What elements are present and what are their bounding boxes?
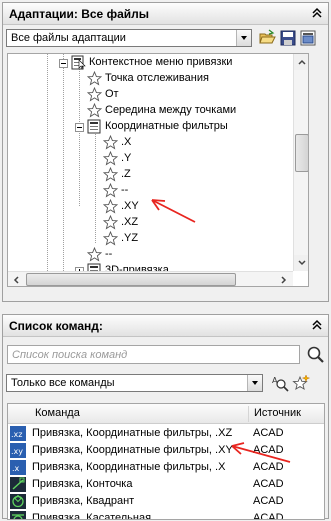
command-source: ACAD xyxy=(253,478,284,490)
annotation-arrow-icon xyxy=(151,199,196,223)
chevron-up-icon xyxy=(298,59,306,65)
scroll-thumb[interactable] xyxy=(26,273,236,286)
search-icon[interactable] xyxy=(306,345,325,364)
coordinate-filter-icon: .xz xyxy=(10,426,26,441)
tree-item-label: Середина между точками xyxy=(105,104,237,116)
chevron-down-icon xyxy=(298,260,306,266)
tree-item-label: .Z xyxy=(121,168,131,180)
tree-item-label: От xyxy=(105,88,119,100)
customizations-title: Адаптации: Все файлы xyxy=(9,7,149,21)
command-name: Привязка, Касательная xyxy=(32,512,152,520)
tree-item-label: .YZ xyxy=(121,232,139,244)
tree-item-label: -- xyxy=(121,184,129,196)
star-icon xyxy=(87,87,102,102)
customization-file-dropdown[interactable]: Все файлы адаптации xyxy=(6,29,252,47)
annotation-arrow-icon xyxy=(231,442,291,463)
chevron-right-icon[interactable] xyxy=(276,272,292,287)
tree-item-label: .XZ xyxy=(121,216,139,228)
tree-item-label: .XY xyxy=(121,200,139,212)
chevron-down-icon[interactable] xyxy=(247,375,262,391)
tangent-snap-icon xyxy=(10,511,26,519)
icon-text: .xz xyxy=(11,430,22,439)
command-name: Привязка, Конточка xyxy=(32,478,133,490)
scroll-up-button[interactable] xyxy=(294,54,308,70)
column-header-command[interactable]: Команда xyxy=(35,407,80,419)
star-icon xyxy=(103,183,118,198)
tree-horizontal-scrollbar[interactable] xyxy=(8,271,293,287)
tree-item-label: .X xyxy=(121,136,132,148)
load-partial-icon[interactable] xyxy=(299,29,317,47)
tree-item-label: -- xyxy=(105,248,113,260)
collapse-toggle[interactable] xyxy=(75,123,84,132)
table-row[interactable]: Привязка, Касательная ACAD xyxy=(8,510,324,520)
command-search-input[interactable]: Список поиска команд xyxy=(7,345,300,364)
command-source: ACAD xyxy=(253,512,284,520)
command-name: Привязка, Координатные фильтры, .X xyxy=(32,461,226,473)
star-icon xyxy=(87,103,102,118)
icon-text: .xy xyxy=(11,447,23,456)
collapse-toggle[interactable] xyxy=(59,59,68,68)
customization-tree: Контекстное меню привязки Точка отслежив… xyxy=(7,53,309,287)
icon-text: .x xyxy=(12,464,20,473)
star-icon xyxy=(87,71,102,86)
star-icon xyxy=(103,135,118,150)
tree-item-label: Точка отслеживания xyxy=(105,72,209,84)
coordinate-filter-icon: .x xyxy=(10,460,26,475)
customizations-header: Адаптации: Все файлы xyxy=(3,3,328,25)
new-command-icon[interactable] xyxy=(292,374,310,392)
chevron-left-icon[interactable] xyxy=(8,272,24,287)
coordinate-filter-icon: .xy xyxy=(10,443,26,458)
star-icon xyxy=(103,151,118,166)
star-icon xyxy=(103,231,118,246)
menu-group-icon xyxy=(87,119,101,134)
find-command-icon[interactable]: A xyxy=(271,374,289,392)
table-row[interactable]: Привязка, Конточка ACAD xyxy=(8,476,324,493)
open-file-icon[interactable] xyxy=(258,29,276,47)
star-icon xyxy=(87,247,102,262)
star-icon xyxy=(103,215,118,230)
column-header-source[interactable]: Источник xyxy=(254,407,301,419)
command-filter-dropdown[interactable]: Только все команды xyxy=(6,374,263,392)
scroll-thumb[interactable] xyxy=(295,134,308,172)
command-name: Привязка, Координатные фильтры, .XY xyxy=(32,444,233,456)
table-row[interactable]: Привязка, Квадрант ACAD xyxy=(8,493,324,510)
tree-item-label: Контекстное меню привязки xyxy=(89,56,233,68)
command-name: Привязка, Квадрант xyxy=(32,495,135,507)
chevron-down-icon[interactable] xyxy=(236,30,251,46)
scroll-down-button[interactable] xyxy=(294,255,308,271)
command-source: ACAD xyxy=(253,495,284,507)
tree-vertical-scrollbar[interactable] xyxy=(293,54,308,271)
quadrant-snap-icon xyxy=(10,494,26,509)
tree-item-label: Координатные фильтры xyxy=(105,120,228,132)
collapse-icon[interactable] xyxy=(310,6,324,20)
star-icon xyxy=(103,167,118,182)
dropdown-value: Только все команды xyxy=(11,377,115,389)
dropdown-value: Все файлы адаптации xyxy=(11,32,126,44)
table-header: Команда Источник xyxy=(8,404,324,424)
command-list-header: Список команд: xyxy=(3,315,328,337)
menu-group-icon xyxy=(71,55,86,70)
command-list-table: Команда Источник .xz Привязка, Координат… xyxy=(7,403,325,520)
endpoint-snap-icon xyxy=(10,477,26,492)
customizations-panel: Адаптации: Все файлы Все файлы адаптации… xyxy=(2,2,329,302)
star-icon xyxy=(103,199,118,214)
tree-item-label: .Y xyxy=(121,152,132,164)
save-icon[interactable] xyxy=(279,29,297,47)
command-list-title: Список команд: xyxy=(9,319,103,333)
collapse-icon[interactable] xyxy=(310,318,324,332)
command-name: Привязка, Координатные фильтры, .XZ xyxy=(32,427,233,439)
command-list-panel: Список команд: Список поиска команд Толь… xyxy=(2,314,329,520)
